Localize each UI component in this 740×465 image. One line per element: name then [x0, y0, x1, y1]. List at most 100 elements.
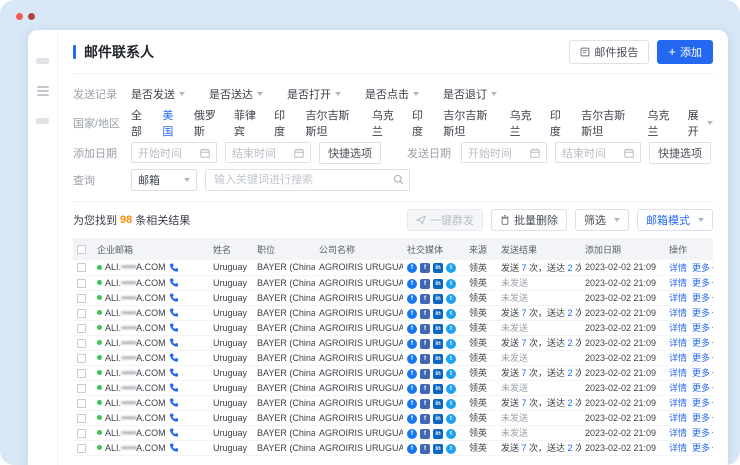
row-checkbox[interactable]	[77, 279, 86, 288]
phone-icon[interactable]	[169, 443, 178, 452]
row-checkbox[interactable]	[77, 399, 86, 408]
more-link[interactable]: 更多	[692, 383, 713, 393]
row-checkbox[interactable]	[77, 429, 86, 438]
phone-icon[interactable]	[169, 383, 178, 392]
linkedin-icon[interactable]: in	[433, 339, 443, 349]
twitter-icon[interactable]: t	[446, 324, 456, 334]
facebook-icon[interactable]: f	[407, 414, 417, 424]
detail-link[interactable]: 详情	[669, 308, 687, 318]
facebook-square-icon[interactable]: f	[420, 263, 430, 273]
country-item[interactable]: 乌克兰	[510, 107, 536, 139]
country-item[interactable]: 乌克兰	[648, 107, 674, 139]
country-item[interactable]: 印度	[274, 107, 291, 139]
menu-icon[interactable]	[37, 86, 49, 96]
phone-icon[interactable]	[169, 353, 178, 362]
filter-dropdown[interactable]: 筛选	[575, 209, 629, 231]
row-checkbox[interactable]	[77, 369, 86, 378]
phone-icon[interactable]	[169, 308, 178, 317]
linkedin-icon[interactable]: in	[433, 429, 443, 439]
phone-icon[interactable]	[169, 323, 178, 332]
send-date-end-input[interactable]: 结束时间	[555, 142, 641, 163]
more-link[interactable]: 更多	[692, 413, 713, 423]
linkedin-icon[interactable]: in	[433, 414, 443, 424]
add-date-start-input[interactable]: 开始时间	[131, 142, 217, 163]
send-date-quick-options-button[interactable]: 快捷选项	[649, 142, 711, 164]
sent-count-link[interactable]: 7	[522, 263, 527, 273]
more-link[interactable]: 更多	[692, 443, 713, 453]
facebook-square-icon[interactable]: f	[420, 294, 430, 304]
sent-count-link[interactable]: 7	[522, 368, 527, 378]
bulk-delete-button[interactable]: 批量删除	[491, 209, 567, 231]
facebook-icon[interactable]: f	[407, 294, 417, 304]
twitter-icon[interactable]: t	[446, 263, 456, 273]
more-link[interactable]: 更多	[692, 293, 713, 303]
detail-link[interactable]: 详情	[669, 383, 687, 393]
delivered-count-link[interactable]: 2	[568, 338, 573, 348]
sent-count-link[interactable]: 7	[522, 308, 527, 318]
delivered-count-link[interactable]: 2	[568, 368, 573, 378]
send-filter-item[interactable]: 是否打开	[287, 86, 341, 102]
facebook-square-icon[interactable]: f	[420, 399, 430, 409]
row-checkbox[interactable]	[77, 324, 86, 333]
sent-count-link[interactable]: 7	[522, 398, 527, 408]
search-input[interactable]	[205, 169, 410, 191]
facebook-square-icon[interactable]: f	[420, 429, 430, 439]
phone-icon[interactable]	[169, 293, 178, 302]
more-link[interactable]: 更多	[692, 278, 713, 288]
add-date-end-input[interactable]: 结束时间	[225, 142, 311, 163]
row-checkbox[interactable]	[77, 309, 86, 318]
more-link[interactable]: 更多	[692, 263, 713, 273]
add-button[interactable]: + 添加	[657, 40, 713, 64]
send-filter-item[interactable]: 是否发送	[131, 86, 185, 102]
send-filter-item[interactable]: 是否送达	[209, 86, 263, 102]
twitter-icon[interactable]: t	[446, 309, 456, 319]
twitter-icon[interactable]: t	[446, 429, 456, 439]
mailbox-mode-dropdown[interactable]: 邮箱模式	[637, 209, 713, 231]
more-link[interactable]: 更多	[692, 338, 713, 348]
detail-link[interactable]: 详情	[669, 413, 687, 423]
facebook-square-icon[interactable]: f	[420, 369, 430, 379]
row-checkbox[interactable]	[77, 339, 86, 348]
bulk-send-button[interactable]: 一键群发	[407, 209, 483, 231]
delivered-count-link[interactable]: 2	[568, 443, 573, 453]
facebook-icon[interactable]: f	[407, 429, 417, 439]
twitter-icon[interactable]: t	[446, 384, 456, 394]
phone-icon[interactable]	[169, 278, 178, 287]
phone-icon[interactable]	[169, 428, 178, 437]
twitter-icon[interactable]: t	[446, 294, 456, 304]
sent-count-link[interactable]: 7	[522, 338, 527, 348]
more-link[interactable]: 更多	[692, 308, 713, 318]
phone-icon[interactable]	[169, 368, 178, 377]
country-item[interactable]: 乌克兰	[372, 107, 398, 139]
linkedin-icon[interactable]: in	[433, 294, 443, 304]
country-item[interactable]: 印度	[550, 107, 567, 139]
facebook-icon[interactable]: f	[407, 369, 417, 379]
expand-toggle[interactable]: 展开	[688, 107, 713, 139]
facebook-icon[interactable]: f	[407, 354, 417, 364]
facebook-icon[interactable]: f	[407, 309, 417, 319]
send-filter-item[interactable]: 是否点击	[365, 86, 419, 102]
twitter-icon[interactable]: t	[446, 279, 456, 289]
delivered-count-link[interactable]: 2	[568, 398, 573, 408]
facebook-square-icon[interactable]: f	[420, 444, 430, 454]
more-link[interactable]: 更多	[692, 368, 713, 378]
facebook-square-icon[interactable]: f	[420, 324, 430, 334]
facebook-square-icon[interactable]: f	[420, 354, 430, 364]
linkedin-icon[interactable]: in	[433, 444, 443, 454]
window-dot-dark[interactable]	[28, 13, 35, 20]
linkedin-icon[interactable]: in	[433, 369, 443, 379]
twitter-icon[interactable]: t	[446, 414, 456, 424]
row-checkbox[interactable]	[77, 263, 86, 272]
detail-link[interactable]: 详情	[669, 278, 687, 288]
delivered-count-link[interactable]: 2	[568, 308, 573, 318]
detail-link[interactable]: 详情	[669, 443, 687, 453]
phone-icon[interactable]	[169, 338, 178, 347]
phone-icon[interactable]	[169, 398, 178, 407]
country-item[interactable]: 印度	[412, 107, 429, 139]
row-checkbox[interactable]	[77, 294, 86, 303]
row-checkbox[interactable]	[77, 384, 86, 393]
country-item[interactable]: 全部	[131, 107, 148, 139]
twitter-icon[interactable]: t	[446, 354, 456, 364]
linkedin-icon[interactable]: in	[433, 263, 443, 273]
linkedin-icon[interactable]: in	[433, 309, 443, 319]
